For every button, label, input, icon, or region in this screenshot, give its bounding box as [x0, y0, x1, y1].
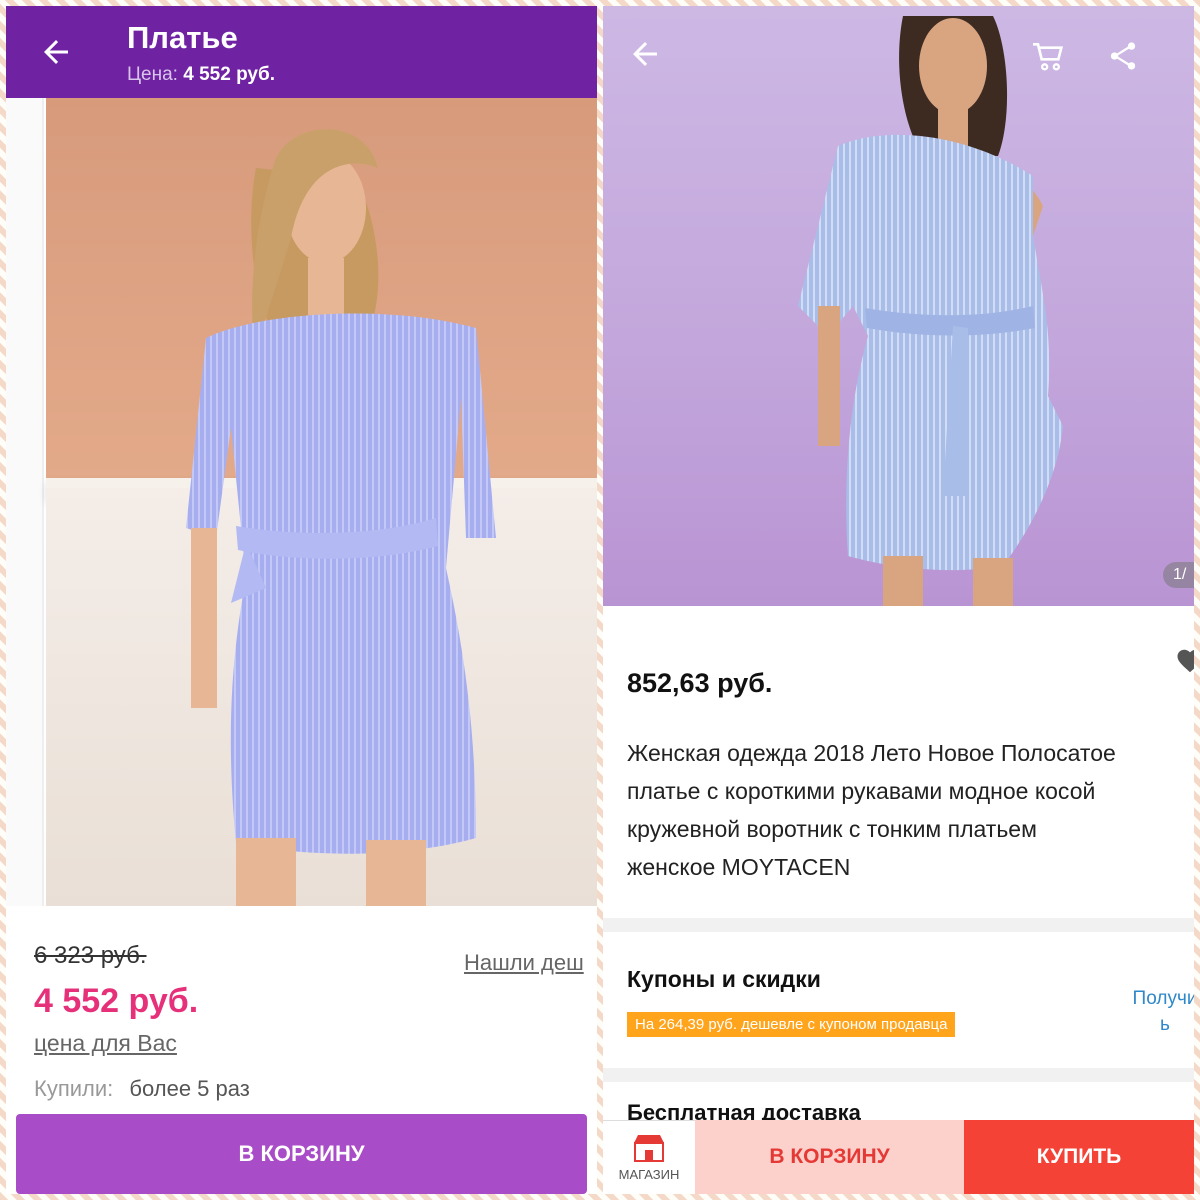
- description-line: платье с короткими рукавами модное косой: [627, 778, 1096, 804]
- purchase-count-label: Купили:: [34, 1076, 114, 1101]
- section-divider: [603, 1068, 1194, 1082]
- get-coupon-line1: Получи: [1132, 988, 1194, 1009]
- share-icon[interactable]: [1106, 39, 1140, 73]
- purchase-count: Купили: более 5 раз: [34, 1076, 250, 1102]
- add-to-cart-button[interactable]: В КОРЗИНУ: [695, 1120, 964, 1194]
- bottom-action-bar: МАГАЗИН В КОРЗИНУ КУПИТЬ: [603, 1120, 1194, 1194]
- coupons-title: Купоны и скидки: [627, 966, 821, 992]
- back-arrow-icon[interactable]: [627, 36, 663, 72]
- old-price: 6 323 руб.: [34, 942, 147, 969]
- app-header: Платье Цена: 4 552 руб.: [6, 6, 597, 98]
- wishlist-heart-icon[interactable]: [1175, 646, 1194, 676]
- description-line: женское MOYTACEN: [627, 854, 851, 880]
- get-coupon-line2: ь: [1160, 1014, 1170, 1035]
- store-label: МАГАЗИН: [618, 1167, 680, 1182]
- header-price: Цена: 4 552 руб.: [127, 64, 275, 86]
- price-for-you-link[interactable]: цена для Вас: [34, 1030, 177, 1057]
- product-photo[interactable]: [6, 98, 597, 906]
- back-arrow-icon[interactable]: [38, 34, 74, 70]
- store-button[interactable]: МАГАЗИН: [603, 1120, 695, 1194]
- product-description: Женская одежда 2018 Лето Новое Полосатое…: [627, 734, 1194, 886]
- description-line: кружевной воротник с тонким платьем: [627, 816, 1037, 842]
- current-price: 4 552 руб.: [34, 982, 199, 1020]
- purchase-count-value: более 5 раз: [129, 1076, 250, 1101]
- model-figure: [798, 16, 1063, 606]
- found-cheaper-link[interactable]: Нашли деш: [464, 950, 584, 976]
- section-divider: [603, 918, 1194, 932]
- buy-now-button[interactable]: КУПИТЬ: [964, 1120, 1194, 1194]
- coupon-badge: На 264,39 руб. дешевле с купоном продавц…: [627, 1012, 956, 1037]
- model-figure: [186, 129, 496, 906]
- cart-icon[interactable]: [1028, 36, 1068, 76]
- get-coupon-link[interactable]: Получи ь: [1125, 986, 1194, 1038]
- page-title: Платье: [127, 20, 238, 55]
- photo-counter: 1/: [1163, 562, 1194, 588]
- product-photo[interactable]: 1/: [603, 6, 1194, 606]
- product-price: 852,63 руб.: [627, 668, 773, 698]
- left-screenshot: Платье Цена: 4 552 руб. 6 323 руб. Нашли…: [6, 6, 597, 1194]
- add-to-cart-button[interactable]: В КОРЗИНУ: [16, 1114, 587, 1194]
- description-line: Женская одежда 2018 Лето Новое Полосатое: [627, 740, 1116, 766]
- header-price-label: Цена:: [127, 64, 178, 85]
- header-price-value: 4 552 руб.: [183, 64, 276, 85]
- store-icon: [634, 1135, 664, 1162]
- right-screenshot: 1/ 852,63 руб. Женская одежда 2018 Лето …: [603, 6, 1194, 1194]
